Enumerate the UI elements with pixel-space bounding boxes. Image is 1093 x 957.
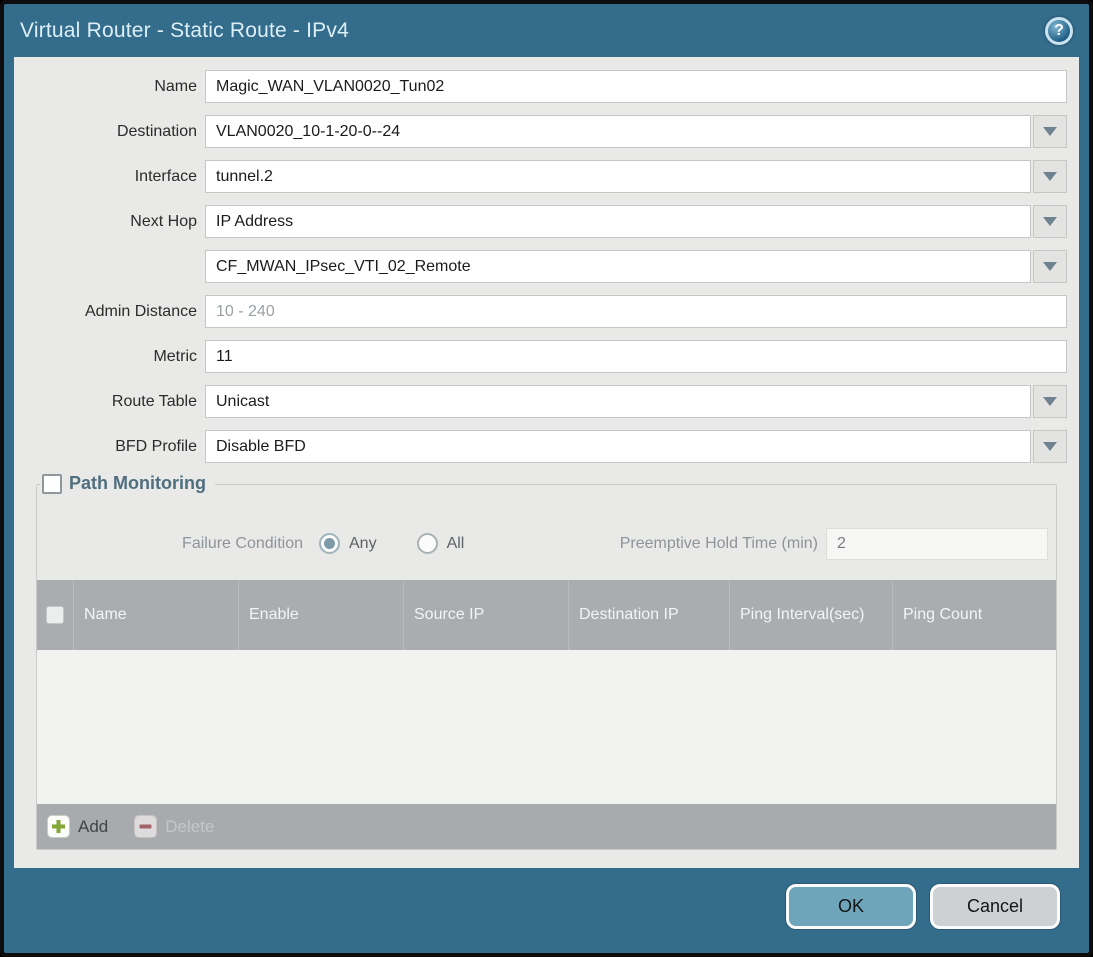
path-monitoring-title: Path Monitoring (69, 473, 206, 494)
failure-condition-label: Failure Condition (45, 535, 303, 553)
name-field-wrap (205, 70, 1067, 103)
metric-field-wrap (205, 340, 1067, 373)
preemptive-hold-time-group: Preemptive Hold Time (min) (620, 528, 1048, 560)
chevron-down-icon (1042, 396, 1058, 407)
static-route-dialog: Virtual Router - Static Route - IPv4 ? N… (0, 0, 1093, 957)
table-toolbar: Add Delete (37, 804, 1056, 849)
failure-condition-any-radio[interactable] (319, 533, 340, 554)
next-hop-field-wrap (205, 205, 1067, 238)
next-hop-label: Next Hop (14, 213, 205, 231)
radio-dot (422, 538, 433, 549)
bfd-profile-field-wrap (205, 430, 1067, 463)
chevron-down-icon (1042, 441, 1058, 452)
interface-input[interactable] (205, 160, 1031, 193)
next-hop-address-input[interactable] (205, 250, 1031, 283)
form-row-admin-distance: Admin Distance (14, 295, 1079, 328)
column-header-source-ip[interactable]: Source IP (403, 580, 568, 650)
cancel-button[interactable]: Cancel (930, 884, 1060, 929)
form-row-route-table: Route Table (14, 385, 1079, 418)
route-table-dropdown-button[interactable] (1033, 385, 1067, 418)
route-table-label: Route Table (14, 393, 205, 411)
dialog-content: Name Destination Interface (14, 57, 1079, 868)
next-hop-address-dropdown-button[interactable] (1033, 250, 1067, 283)
radio-dot (324, 538, 335, 549)
form-row-metric: Metric (14, 340, 1079, 373)
interface-field-wrap (205, 160, 1067, 193)
interface-dropdown-button[interactable] (1033, 160, 1067, 193)
select-all-cell (37, 580, 73, 650)
preemptive-hold-time-input[interactable] (826, 528, 1048, 560)
path-monitoring-legend: Path Monitoring (40, 473, 215, 494)
path-monitoring-section: Path Monitoring Failure Condition Any Al… (36, 484, 1057, 850)
form-row-interface: Interface (14, 160, 1079, 193)
column-header-enable[interactable]: Enable (238, 580, 403, 650)
next-hop-address-field-wrap (205, 250, 1067, 283)
column-header-destination-ip[interactable]: Destination IP (568, 580, 729, 650)
form-row-name: Name (14, 70, 1079, 103)
dialog-action-buttons: OK Cancel (786, 884, 1060, 929)
route-table-field-wrap (205, 385, 1067, 418)
delete-button-label: Delete (165, 817, 214, 837)
path-monitoring-table: Name Enable Source IP Destination IP Pin… (37, 580, 1056, 849)
route-table-input[interactable] (205, 385, 1031, 418)
destination-field-wrap (205, 115, 1067, 148)
path-monitoring-checkbox[interactable] (42, 474, 62, 494)
chevron-down-icon (1042, 126, 1058, 137)
add-button[interactable]: Add (47, 815, 108, 838)
admin-distance-field-wrap (205, 295, 1067, 328)
table-body-empty (37, 650, 1056, 804)
bfd-profile-label: BFD Profile (14, 438, 205, 456)
next-hop-type-input[interactable] (205, 205, 1031, 238)
interface-label: Interface (14, 168, 205, 186)
name-input[interactable] (205, 70, 1067, 103)
name-label: Name (14, 78, 205, 96)
destination-label: Destination (14, 123, 205, 141)
admin-distance-input[interactable] (205, 295, 1067, 328)
add-plus-icon (47, 815, 70, 838)
column-header-ping-count[interactable]: Ping Count (892, 580, 1056, 650)
delete-minus-icon (134, 815, 157, 838)
delete-button[interactable]: Delete (134, 815, 214, 838)
table-header-row: Name Enable Source IP Destination IP Pin… (37, 580, 1056, 650)
form-row-destination: Destination (14, 115, 1079, 148)
destination-input[interactable] (205, 115, 1031, 148)
form-row-bfd-profile: BFD Profile (14, 430, 1079, 463)
chevron-down-icon (1042, 216, 1058, 227)
preemptive-hold-time-label: Preemptive Hold Time (min) (620, 535, 818, 553)
destination-dropdown-button[interactable] (1033, 115, 1067, 148)
column-header-ping-interval[interactable]: Ping Interval(sec) (729, 580, 892, 650)
dialog-title: Virtual Router - Static Route - IPv4 (20, 19, 349, 43)
bfd-profile-dropdown-button[interactable] (1033, 430, 1067, 463)
chevron-down-icon (1042, 261, 1058, 272)
column-header-name[interactable]: Name (73, 580, 238, 650)
form-row-next-hop-address (14, 250, 1079, 283)
metric-label: Metric (14, 348, 205, 366)
select-all-checkbox[interactable] (46, 606, 64, 624)
admin-distance-label: Admin Distance (14, 303, 205, 321)
failure-condition-all-radio[interactable] (417, 533, 438, 554)
dialog-titlebar: Virtual Router - Static Route - IPv4 ? (4, 4, 1089, 57)
help-icon[interactable]: ? (1045, 17, 1073, 45)
next-hop-dropdown-button[interactable] (1033, 205, 1067, 238)
form-row-next-hop: Next Hop (14, 205, 1079, 238)
ok-button[interactable]: OK (786, 884, 916, 929)
chevron-down-icon (1042, 171, 1058, 182)
failure-condition-all-label: All (447, 535, 465, 553)
add-button-label: Add (78, 817, 108, 837)
failure-condition-row: Failure Condition Any All Preemptive Hol… (37, 527, 1056, 560)
failure-condition-any-label: Any (349, 535, 377, 553)
metric-input[interactable] (205, 340, 1067, 373)
bfd-profile-input[interactable] (205, 430, 1031, 463)
